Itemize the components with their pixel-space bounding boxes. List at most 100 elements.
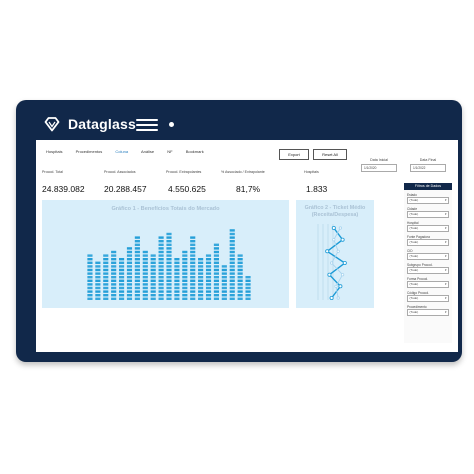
start-date-label: Data Inicial: [370, 158, 388, 162]
end-date-label: Data Final: [419, 158, 437, 162]
bar: [221, 265, 227, 300]
kpi-value: 1.833: [306, 184, 328, 194]
filter-item: Código Procod. (Tudo) ▾: [407, 291, 449, 302]
chevron-down-icon: ▾: [444, 267, 447, 272]
bar: [158, 236, 164, 300]
tab-coluna[interactable]: Coluna: [115, 149, 128, 154]
filter-select[interactable]: (Tudo) ▾: [407, 294, 449, 302]
chevron-down-icon: ▾: [444, 211, 447, 216]
bar: [87, 254, 93, 300]
data-point: [340, 273, 345, 277]
bar: [126, 247, 133, 300]
bar: [213, 243, 219, 300]
export-button[interactable]: Export: [279, 149, 309, 160]
filter-panel-title: Filtros de Dados: [404, 183, 452, 190]
chart-1-bars: [87, 229, 251, 300]
app-window: Dataglass Hospitais Procedimentos Coluna…: [16, 100, 462, 362]
chevron-down-icon: ▾: [444, 309, 447, 314]
chevron-down-icon: ▾: [444, 253, 447, 258]
filter-item: CID (Tudo) ▾: [407, 249, 449, 260]
filter-select-value: (Tudo): [409, 239, 419, 244]
kpi-value: 4.550.625: [168, 184, 206, 194]
filter-item: Hospital (Tudo) ▾: [407, 221, 449, 232]
bar: [111, 250, 117, 300]
bar: [205, 254, 212, 300]
dashboard-content: Hospitais Procedimentos Coluna Análise N…: [36, 140, 458, 352]
kpi-label: Hospitais: [304, 170, 319, 174]
data-point: [331, 225, 336, 230]
filter-item: Procedimento (Tudo) ▾: [407, 305, 449, 316]
chevron-down-icon: ▾: [444, 295, 447, 300]
data-point: [336, 296, 340, 300]
data-point: [329, 296, 334, 301]
filter-select[interactable]: (Tudo) ▾: [407, 266, 449, 274]
bar: [95, 261, 101, 300]
bar: [166, 232, 172, 300]
filter-list: Estado (Tudo) ▾ Cidade (Tudo) ▾ Hospital (Tudo)…: [404, 193, 452, 316]
filter-select-value: (Tudo): [409, 225, 419, 230]
chevron-down-icon: ▾: [444, 239, 447, 244]
diamond-logo-icon: [44, 117, 60, 132]
data-point: [334, 284, 338, 288]
data-point: [332, 238, 336, 242]
bar: [174, 258, 180, 300]
chevron-down-icon: ▾: [444, 225, 447, 230]
kpi-value: 24.839.082: [42, 184, 85, 194]
kpi-value: 81,7%: [236, 184, 261, 194]
hamburger-menu-icon[interactable]: [136, 119, 158, 131]
filter-select-value: (Tudo): [409, 253, 419, 258]
kpi-label: Procod. Associados: [104, 170, 136, 174]
data-point: [329, 261, 334, 265]
chevron-down-icon: ▾: [444, 197, 447, 202]
data-point: [325, 249, 330, 254]
kpi-value: 20.288.457: [104, 184, 147, 194]
bar: [134, 236, 140, 300]
tab-hospitais[interactable]: Hospitais: [46, 149, 62, 154]
tab-analise[interactable]: Análise: [141, 149, 154, 154]
filter-item: Subgrupo Procod. (Tudo) ▾: [407, 263, 449, 274]
bar: [150, 254, 156, 300]
tab-procedimentos[interactable]: Procedimentos: [76, 149, 103, 154]
start-date-input[interactable]: 1/1/2020: [361, 164, 397, 172]
filter-select[interactable]: (Tudo) ▾: [407, 196, 449, 204]
chevron-down-icon: ▾: [444, 281, 447, 286]
bar: [198, 258, 204, 300]
filter-item: Fonte Pagadora (Tudo) ▾: [407, 235, 449, 246]
filter-item: Estado (Tudo) ▾: [407, 193, 449, 204]
filter-select-value: (Tudo): [409, 295, 419, 300]
bar: [142, 250, 148, 300]
filter-select[interactable]: (Tudo) ▾: [407, 238, 449, 246]
filter-item: Cidade (Tudo) ▾: [407, 207, 449, 218]
filter-select[interactable]: (Tudo) ▾: [407, 210, 449, 218]
main-area: Hospitais Procedimentos Coluna Análise N…: [36, 140, 381, 352]
filter-select[interactable]: (Tudo) ▾: [407, 224, 449, 232]
kpi-label: Procod. Extrapolantes: [166, 170, 202, 174]
bar: [182, 250, 188, 300]
filter-select-value: (Tudo): [409, 211, 419, 216]
nav-tabs: Hospitais Procedimentos Coluna Análise N…: [46, 149, 216, 154]
data-point: [327, 272, 332, 277]
bar: [245, 276, 251, 300]
end-date-input[interactable]: 1/1/2022: [410, 164, 446, 172]
filter-select[interactable]: (Tudo) ▾: [407, 308, 449, 316]
data-point: [338, 284, 343, 289]
filter-item: Forma Procod. (Tudo) ▾: [407, 277, 449, 288]
filter-select-value: (Tudo): [409, 267, 419, 272]
bar: [119, 258, 125, 300]
chart-benefits-panel: Gráfico 1 - Benefícios Totais do Mercado: [42, 200, 289, 308]
tab-nf[interactable]: NF: [167, 149, 172, 154]
filter-select[interactable]: (Tudo) ▾: [407, 280, 449, 288]
chart-2-lines: [317, 224, 347, 301]
filter-select-value: (Tudo): [409, 197, 419, 202]
data-point: [342, 261, 347, 266]
status-dot-icon: [169, 122, 174, 127]
data-point: [336, 249, 340, 253]
reset-all-button[interactable]: Reset All: [313, 149, 347, 160]
filter-select-value: (Tudo): [409, 309, 419, 314]
filter-panel: Filtros de Dados Estado (Tudo) ▾ Cidade (Tud…: [404, 183, 452, 343]
filter-select[interactable]: (Tudo) ▾: [407, 252, 449, 260]
tab-bookmark[interactable]: Bookmark: [186, 149, 204, 154]
end-date-filter: Data Final 1/1/2022: [410, 158, 446, 172]
kpi-label: Procod. Total: [42, 170, 63, 174]
chart-ticket-panel: Gráfico 2 - Ticket Médio (Receita/Despes…: [296, 200, 374, 308]
